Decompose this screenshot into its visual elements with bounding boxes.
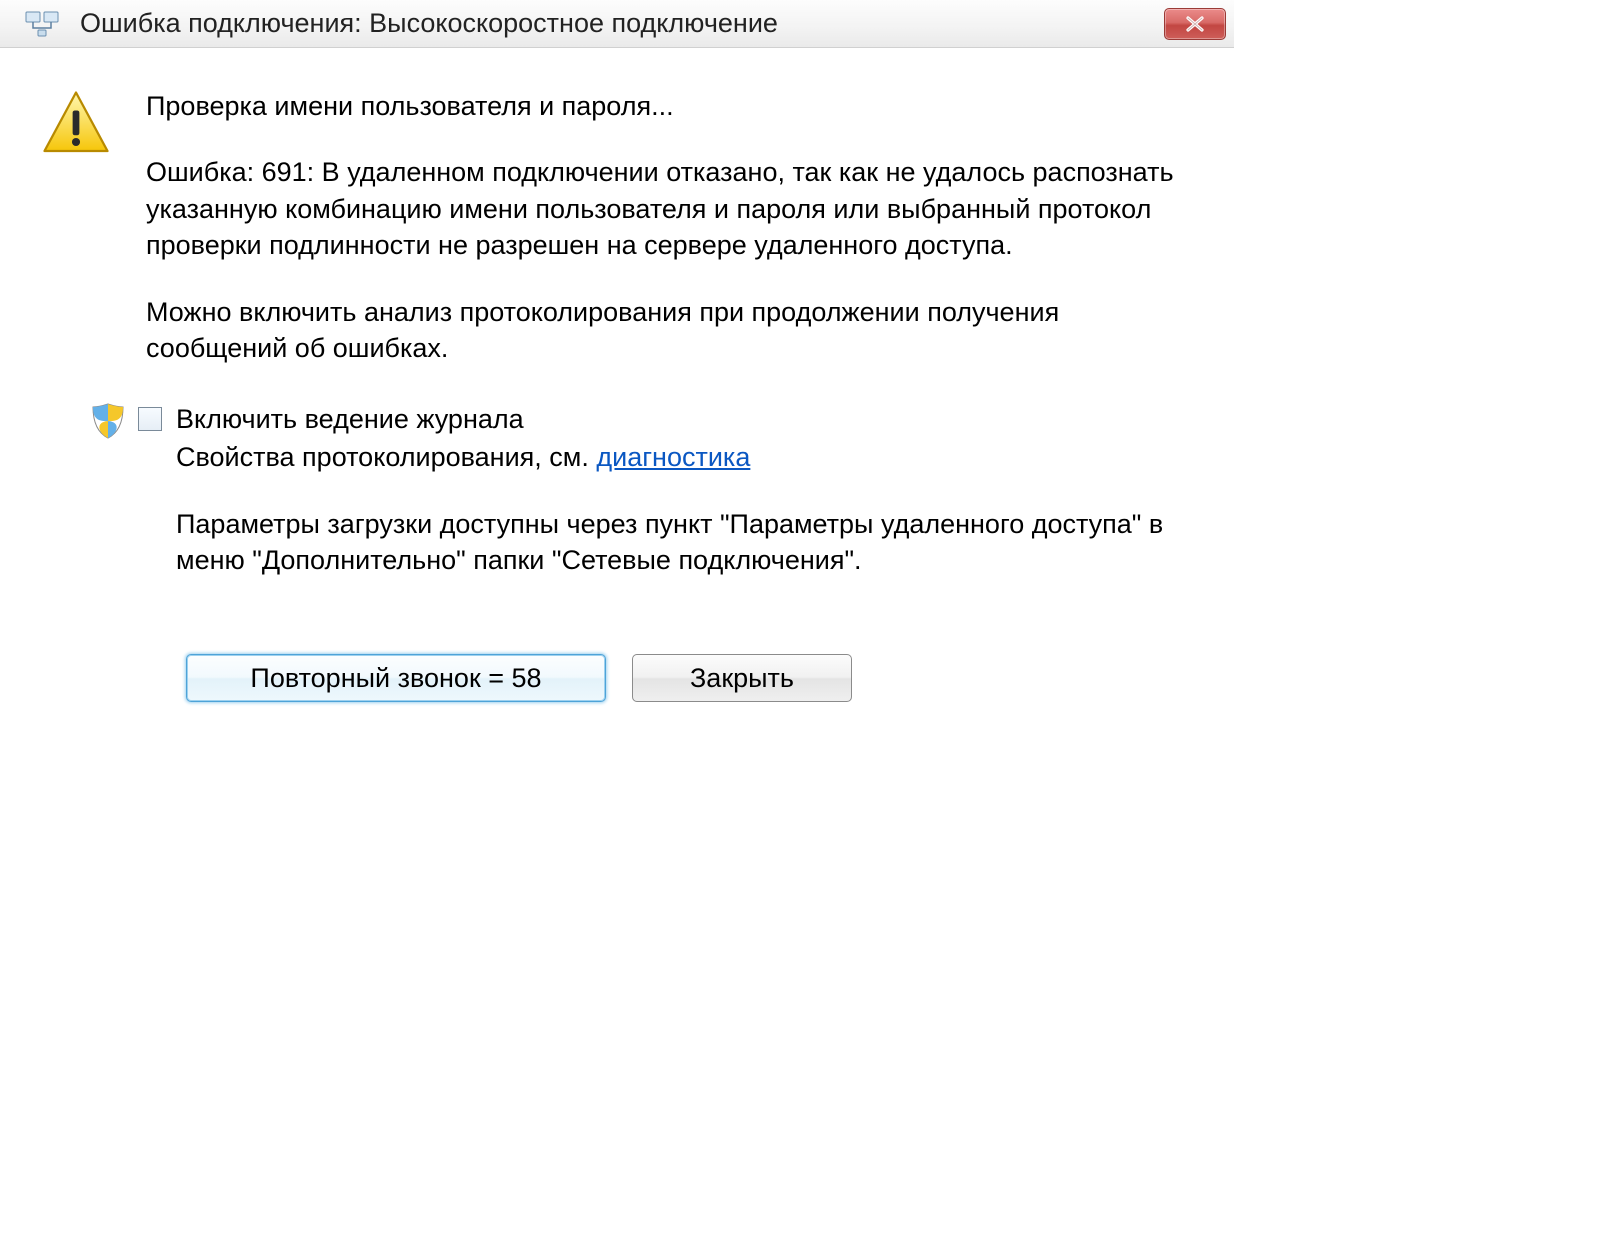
close-icon bbox=[1183, 15, 1207, 33]
error-691-text: Ошибка: 691: В удаленном подключении отк… bbox=[146, 154, 1194, 263]
dialog-content: Проверка имени пользователя и пароля... … bbox=[0, 48, 1234, 702]
redial-button[interactable]: Повторный звонок = 58 bbox=[186, 654, 606, 702]
close-button[interactable]: Закрыть bbox=[632, 654, 852, 702]
titlebar: Ошибка подключения: Высокоскоростное под… bbox=[0, 0, 1234, 48]
diagnostics-link[interactable]: диагностика bbox=[596, 442, 750, 472]
warning-icon bbox=[40, 88, 112, 160]
window-title: Ошибка подключения: Высокоскоростное под… bbox=[80, 8, 1164, 39]
window-close-button[interactable] bbox=[1164, 8, 1226, 40]
logging-properties-prefix: Свойства протоколирования, см. bbox=[176, 442, 596, 472]
ras-parameters-text: Параметры загрузки доступны через пункт … bbox=[176, 506, 1194, 579]
enable-logging-hint: Можно включить анализ протоколирования п… bbox=[146, 294, 1194, 367]
checking-credentials-text: Проверка имени пользователя и пароля... bbox=[146, 88, 1194, 124]
network-connection-icon bbox=[24, 6, 60, 42]
enable-logging-label: Включить ведение журнала bbox=[176, 401, 1194, 437]
enable-logging-checkbox[interactable] bbox=[138, 407, 162, 431]
shield-icon bbox=[88, 401, 128, 441]
logging-properties-line: Свойства протоколирования, см. диагности… bbox=[176, 439, 1194, 475]
button-row: Повторный звонок = 58 Закрыть bbox=[186, 654, 1194, 702]
